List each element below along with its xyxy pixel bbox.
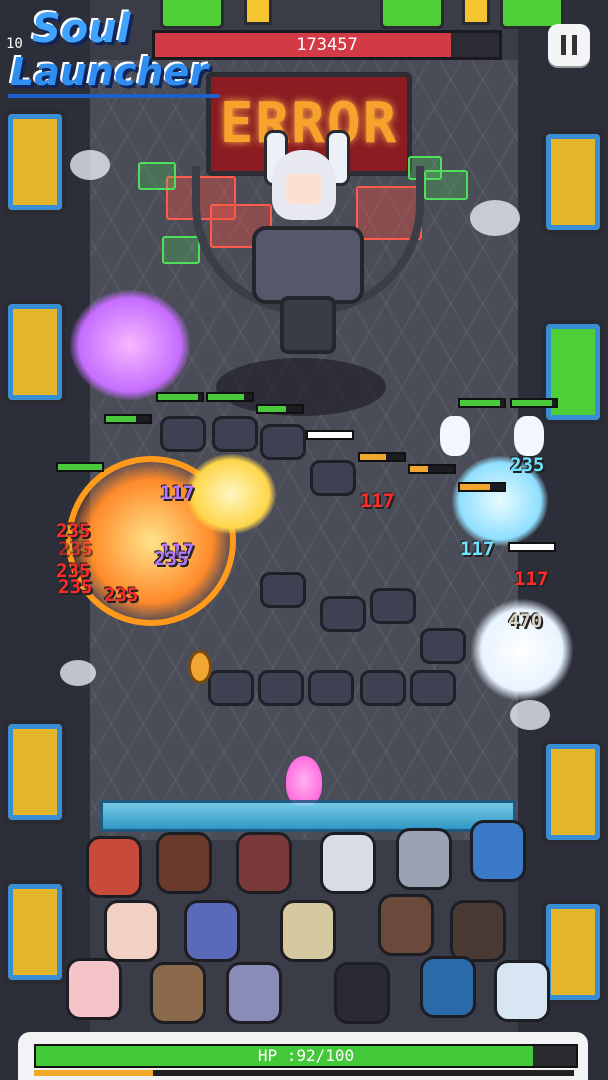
hero-unit[interactable] (420, 956, 476, 1018)
hologram-panel (138, 162, 176, 190)
damage-number: 117 (514, 568, 549, 590)
enemy-hp-bar (104, 414, 152, 424)
hero-unit[interactable] (378, 894, 434, 956)
hero-unit[interactable] (280, 900, 336, 962)
hero-unit[interactable] (66, 958, 122, 1020)
wall-pod (542, 900, 604, 1004)
hero-unit[interactable] (470, 820, 526, 882)
yellow-tank (244, 0, 272, 25)
damage-number: 235 (104, 584, 139, 606)
robot-enemy (160, 416, 206, 452)
player-status-panel: HP :92/100 (18, 1032, 588, 1080)
purple-lightning-effect (70, 290, 190, 400)
fire-burst-effect (186, 454, 276, 534)
wall-pod (4, 720, 66, 824)
robot-enemy (320, 596, 366, 632)
game-scene[interactable]: ERROR 117 235 235 117 235 235 235 235 11… (0, 0, 608, 1080)
wall-pod (542, 320, 604, 424)
enemy-hp-bar (408, 464, 456, 474)
enemy-hp-bar (256, 404, 304, 414)
boss-hp-bar: 173457 (152, 30, 502, 60)
gold-coin-pickup (188, 650, 212, 684)
damage-number: 235 (58, 538, 93, 560)
damage-number: 117 (460, 538, 495, 560)
robot-enemy (370, 588, 416, 624)
enemy-hp-bar (56, 462, 104, 472)
hero-unit[interactable] (150, 962, 206, 1024)
hero-unit[interactable] (226, 962, 282, 1024)
enemy-hp-bar (458, 398, 506, 408)
robot-enemy (420, 628, 466, 664)
boss-hp-value: 173457 (296, 35, 358, 55)
defense-barrier (100, 800, 516, 832)
snow-patch (510, 700, 550, 730)
robot-enemy (260, 424, 306, 460)
xp-bar (34, 1070, 574, 1076)
gunner-enemy (208, 670, 254, 706)
enemy-hp-bar (206, 392, 254, 402)
damage-number: 235 (510, 454, 545, 476)
yellow-tank (462, 0, 490, 25)
damage-number: 117 (360, 490, 395, 512)
wall-pod (542, 130, 604, 234)
damage-number: 117 (160, 482, 195, 504)
hero-unit[interactable] (396, 828, 452, 890)
hero-unit[interactable] (494, 960, 550, 1022)
gunner-enemy (410, 670, 456, 706)
hero-unit[interactable] (184, 900, 240, 962)
enemy-hp-bar (358, 452, 406, 462)
boss-character (254, 130, 354, 230)
snow-patch (70, 150, 110, 180)
snow-patch (470, 200, 520, 236)
player-hp-bar: HP :92/100 (34, 1044, 578, 1068)
damage-number: 235 (154, 548, 189, 570)
wall-pod (4, 110, 66, 214)
hero-unit[interactable] (450, 900, 506, 962)
gunner-enemy (360, 670, 406, 706)
hero-unit[interactable] (86, 836, 142, 898)
hero-unit[interactable] (334, 962, 390, 1024)
logo-line-1: Soul (32, 6, 131, 52)
robot-enemy (212, 416, 258, 452)
hero-unit[interactable] (156, 832, 212, 894)
pink-soul-projectile (286, 756, 322, 806)
wall-pod (542, 740, 604, 844)
gunner-enemy (258, 670, 304, 706)
wall-pod (4, 880, 66, 984)
snow-patch (60, 660, 96, 686)
player-hp-label: HP :92/100 (257, 1046, 355, 1065)
green-tank (380, 0, 444, 29)
snow-bunny-enemy (440, 416, 470, 456)
xp-fill (34, 1070, 153, 1076)
hero-unit[interactable] (320, 832, 376, 894)
hero-unit[interactable] (104, 900, 160, 962)
right-wall (518, 0, 608, 1080)
enemy-hp-bar (458, 482, 506, 492)
enemy-hp-bar (156, 392, 204, 402)
enemy-hp-bar (306, 430, 354, 440)
damage-number: 235 (58, 576, 93, 598)
boss-gatling-barrel (280, 296, 336, 354)
wall-pod (4, 300, 66, 404)
snow-bunny-enemy (514, 416, 544, 456)
enemy-hp-bar (508, 542, 556, 552)
robot-enemy (310, 460, 356, 496)
robot-enemy (260, 572, 306, 608)
pause-button[interactable] (548, 24, 590, 66)
gunner-enemy (308, 670, 354, 706)
damage-number: 470 (508, 610, 543, 632)
hero-unit[interactable] (236, 832, 292, 894)
enemy-hp-bar (510, 398, 558, 408)
